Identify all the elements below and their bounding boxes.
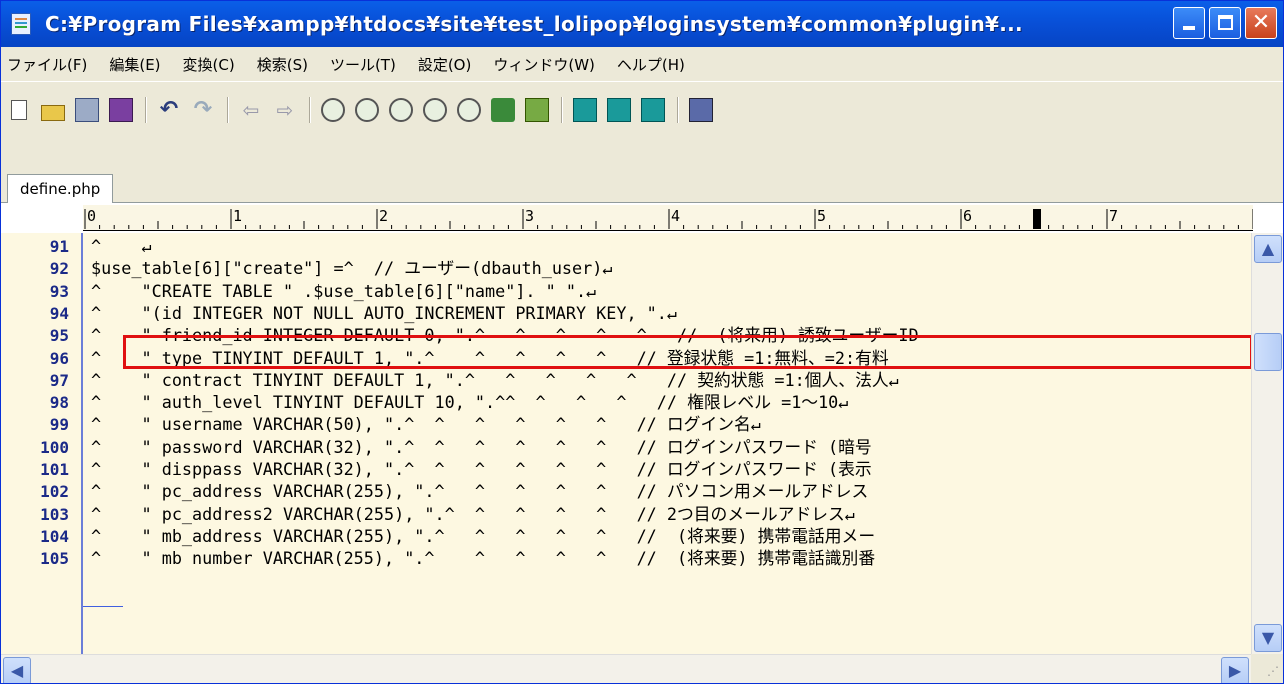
save-icon[interactable] <box>75 98 99 122</box>
code-line[interactable]: ^ "(id INTEGER NOT NULL AUTO_INCREMENT P… <box>91 302 677 324</box>
line-number: 104 <box>40 526 69 546</box>
ruler-label: 7 <box>1109 207 1118 225</box>
menu-tools[interactable]: ツール(T) <box>330 54 396 75</box>
code-line[interactable]: ^ "CREATE TABLE " .$use_table[6]["name"]… <box>91 280 596 302</box>
scroll-down-icon[interactable]: ▼ <box>1254 624 1282 652</box>
close-button[interactable]: ✕ <box>1245 7 1277 39</box>
code-line[interactable]: ^ " pc_address VARCHAR(255), ".^ ^ ^ ^ ^… <box>91 480 868 502</box>
menu-search[interactable]: 検索(S) <box>257 54 308 75</box>
ruler-ticks: 012345678 <box>84 207 1253 229</box>
maximize-icon <box>1218 15 1233 30</box>
jump-back-icon[interactable]: ⇦ <box>239 98 263 122</box>
ruler-label: 1 <box>233 207 242 225</box>
line-number: 102 <box>40 482 69 502</box>
ruler-label: 4 <box>671 207 680 225</box>
line-number: 98 <box>49 393 69 413</box>
line-number: 93 <box>49 281 69 301</box>
menu-settings[interactable]: 設定(O) <box>418 54 472 75</box>
undo-icon[interactable]: ↶ <box>157 98 181 122</box>
compare-icon[interactable] <box>525 98 549 122</box>
menu-bar: ファイル(F) 編集(E) 変換(C) 検索(S) ツール(T) 設定(O) ウ… <box>1 47 1283 81</box>
ruler-label: 5 <box>817 207 826 225</box>
code-line[interactable]: ^ " contract TINYINT DEFAULT 1, ".^ ^ ^ … <box>91 369 899 391</box>
save-as-icon[interactable] <box>109 98 133 122</box>
window-controls: ✕ <box>1173 7 1277 39</box>
toolbar-separator <box>561 97 563 123</box>
close-icon: ✕ <box>1251 10 1271 35</box>
open-folder-icon[interactable] <box>41 105 65 121</box>
ruler-label: 2 <box>379 207 388 225</box>
menu-convert[interactable]: 変換(C) <box>183 54 235 75</box>
menu-edit[interactable]: 編集(E) <box>109 54 160 75</box>
line-number: 97 <box>49 370 69 390</box>
find-prev-icon[interactable] <box>389 98 413 122</box>
find-next-icon[interactable] <box>355 98 379 122</box>
window-title: C:¥Program Files¥xampp¥htdocs¥site¥test_… <box>45 12 1023 36</box>
code-editor[interactable]: 91 92 93 94 95 96 97 98 99 100 101 102 103 104 105 ^ ↵… <box>1 233 1251 654</box>
menu-help[interactable]: ヘルプ(H) <box>617 54 685 75</box>
line-number: 91 <box>49 237 69 256</box>
column-ruler: 012345678 <box>1 203 1283 233</box>
toolbar-separator <box>227 97 229 123</box>
code-line[interactable]: ^ " pc_address2 VARCHAR(255), ".^ ^ ^ ^ … <box>91 503 855 525</box>
toolbar-separator <box>677 97 679 123</box>
menu-window[interactable]: ウィンドウ(W) <box>493 54 595 75</box>
code-line[interactable]: ^ " mb_address VARCHAR(255), ".^ ^ ^ ^ ^… <box>91 525 875 547</box>
vertical-scroll-thumb[interactable] <box>1254 333 1282 371</box>
code-line[interactable]: ^ " mb number VARCHAR(255), ".^ ^ ^ ^ ^ … <box>91 547 875 569</box>
toolbar: ↶ ↷ ⇦ ⇨ <box>1 81 1283 173</box>
code-line[interactable]: ^ " username VARCHAR(50), ".^ ^ ^ ^ ^ ^ … <box>91 413 761 435</box>
line-number: 103 <box>40 504 69 524</box>
macro-save-icon[interactable] <box>607 98 631 122</box>
line-number: 101 <box>40 460 69 479</box>
toolbar-separator <box>145 97 147 123</box>
jump-forward-icon[interactable]: ⇨ <box>273 98 297 122</box>
cursor-underline <box>83 606 123 607</box>
highlight-box <box>123 335 1253 369</box>
line-number: 96 <box>49 348 69 368</box>
new-file-icon[interactable] <box>11 100 27 120</box>
code-line[interactable]: ^ ↵ <box>91 235 152 257</box>
scroll-left-icon[interactable]: ◀ <box>3 657 31 683</box>
minimize-icon <box>1183 26 1195 30</box>
toolbar-separator <box>309 97 311 123</box>
macro-run-icon[interactable] <box>641 98 665 122</box>
replace-icon[interactable] <box>423 98 447 122</box>
tab-define-php[interactable]: define.php <box>7 174 114 204</box>
maximize-button[interactable] <box>1209 7 1241 39</box>
line-number: 100 <box>40 437 69 457</box>
line-number: 99 <box>49 415 69 435</box>
tab-strip: define.php <box>1 173 1283 204</box>
title-bar[interactable]: C:¥Program Files¥xampp¥htdocs¥site¥test_… <box>1 1 1283 47</box>
clear-highlight-icon[interactable] <box>457 98 481 122</box>
window-list-icon[interactable] <box>689 98 713 122</box>
scroll-right-icon[interactable]: ▶ <box>1221 657 1249 683</box>
line-number: 94 <box>49 303 69 323</box>
find-icon[interactable] <box>321 98 345 122</box>
horizontal-scrollbar[interactable]: ◀ ▶ <box>1 654 1251 683</box>
app-icon[interactable] <box>11 13 31 35</box>
ruler-label: 3 <box>525 207 534 225</box>
code-line[interactable]: ^ " password VARCHAR(32), ".^ ^ ^ ^ ^ ^ … <box>91 436 872 458</box>
ruler-label: 0 <box>87 207 96 225</box>
code-line[interactable]: ^ " disppass VARCHAR(32), ".^ ^ ^ ^ ^ ^ … <box>91 458 872 480</box>
line-number: 95 <box>49 326 69 346</box>
grep-icon[interactable] <box>491 98 515 122</box>
code-line[interactable]: ^ " auth_level TINYINT DEFAULT 10, ".^^ … <box>91 391 848 413</box>
scroll-up-icon[interactable]: ▲ <box>1254 235 1282 263</box>
menu-file[interactable]: ファイル(F) <box>7 54 87 75</box>
ruler-label: 6 <box>963 207 972 225</box>
ruler-caret-marker <box>1033 209 1041 229</box>
macro-record-icon[interactable] <box>573 98 597 122</box>
minimize-button[interactable] <box>1173 7 1205 39</box>
editor-window: C:¥Program Files¥xampp¥htdocs¥site¥test_… <box>0 0 1284 684</box>
redo-icon[interactable]: ↷ <box>191 98 215 122</box>
line-number-gutter: 91 92 93 94 95 96 97 98 99 100 101 102 103 104 105 <box>1 233 83 654</box>
code-line[interactable]: $use_table[6]["create"] =^ // ユーザー(dbaut… <box>91 257 612 279</box>
resize-grip-icon[interactable]: ⋰ <box>1251 654 1283 683</box>
line-number: 92 <box>49 259 69 279</box>
line-number: 105 <box>40 549 69 569</box>
vertical-scrollbar[interactable]: ▲ ▼ <box>1251 233 1283 654</box>
